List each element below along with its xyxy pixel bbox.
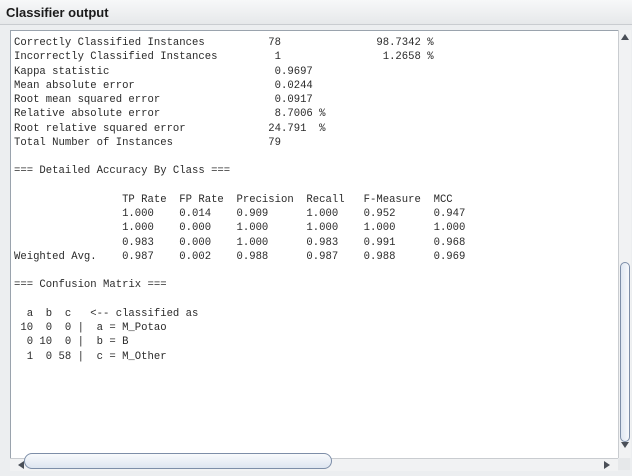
output-line: Mean absolute error 0.0244 [14, 79, 313, 92]
confusion-matrix-row: 10 0 0 | a = M_Potao [14, 322, 167, 334]
horizontal-scrollbar[interactable] [10, 453, 618, 471]
vertical-scrollbar[interactable] [618, 30, 631, 458]
confusion-matrix-header: a b c <-- classified as [14, 307, 199, 320]
output-line: Root mean squared error 0.0917 [14, 94, 313, 106]
output-line: Relative absolute error 8.7006 % [14, 108, 326, 121]
panel-title: Classifier output [6, 5, 109, 20]
accuracy-table-row: 1.000 0.000 1.000 1.000 1.000 1.000 [14, 222, 466, 235]
scroll-right-arrow-icon[interactable] [604, 461, 610, 469]
scroll-up-arrow-icon[interactable] [621, 34, 629, 40]
confusion-matrix-row: 1 0 58 | c = M_Other [14, 350, 167, 363]
section-heading-confusion: === Confusion Matrix === [14, 279, 167, 292]
accuracy-table-row: 0.983 0.000 1.000 0.983 0.991 0.968 [14, 236, 466, 249]
accuracy-table-row: 1.000 0.014 0.909 1.000 0.952 0.947 [14, 208, 466, 220]
output-pre: Correctly Classified Instances 78 98.734… [14, 36, 614, 364]
output-line: Root relative squared error 24.791 % [14, 122, 326, 135]
output-line: Total Number of Instances 79 [14, 136, 282, 149]
accuracy-table-weighted-avg: Weighted Avg. 0.987 0.002 0.988 0.987 0.… [14, 250, 466, 263]
section-heading-accuracy: === Detailed Accuracy By Class === [14, 165, 231, 178]
output-line: Incorrectly Classified Instances 1 1.265… [14, 51, 434, 64]
vertical-scroll-thumb[interactable] [620, 262, 630, 442]
scroll-down-arrow-icon[interactable] [621, 442, 629, 448]
horizontal-scroll-thumb[interactable] [24, 453, 332, 469]
output-line: Kappa statistic 0.9697 [14, 65, 313, 78]
confusion-matrix-row: 0 10 0 | b = B [14, 336, 129, 349]
classifier-output-text[interactable]: Correctly Classified Instances 78 98.734… [14, 36, 614, 454]
classifier-output-header: Classifier output [0, 0, 632, 25]
output-line: Correctly Classified Instances 78 98.734… [14, 37, 434, 49]
scrollbar-corner [618, 458, 630, 470]
accuracy-table-header: TP Rate FP Rate Precision Recall F-Measu… [14, 193, 453, 206]
